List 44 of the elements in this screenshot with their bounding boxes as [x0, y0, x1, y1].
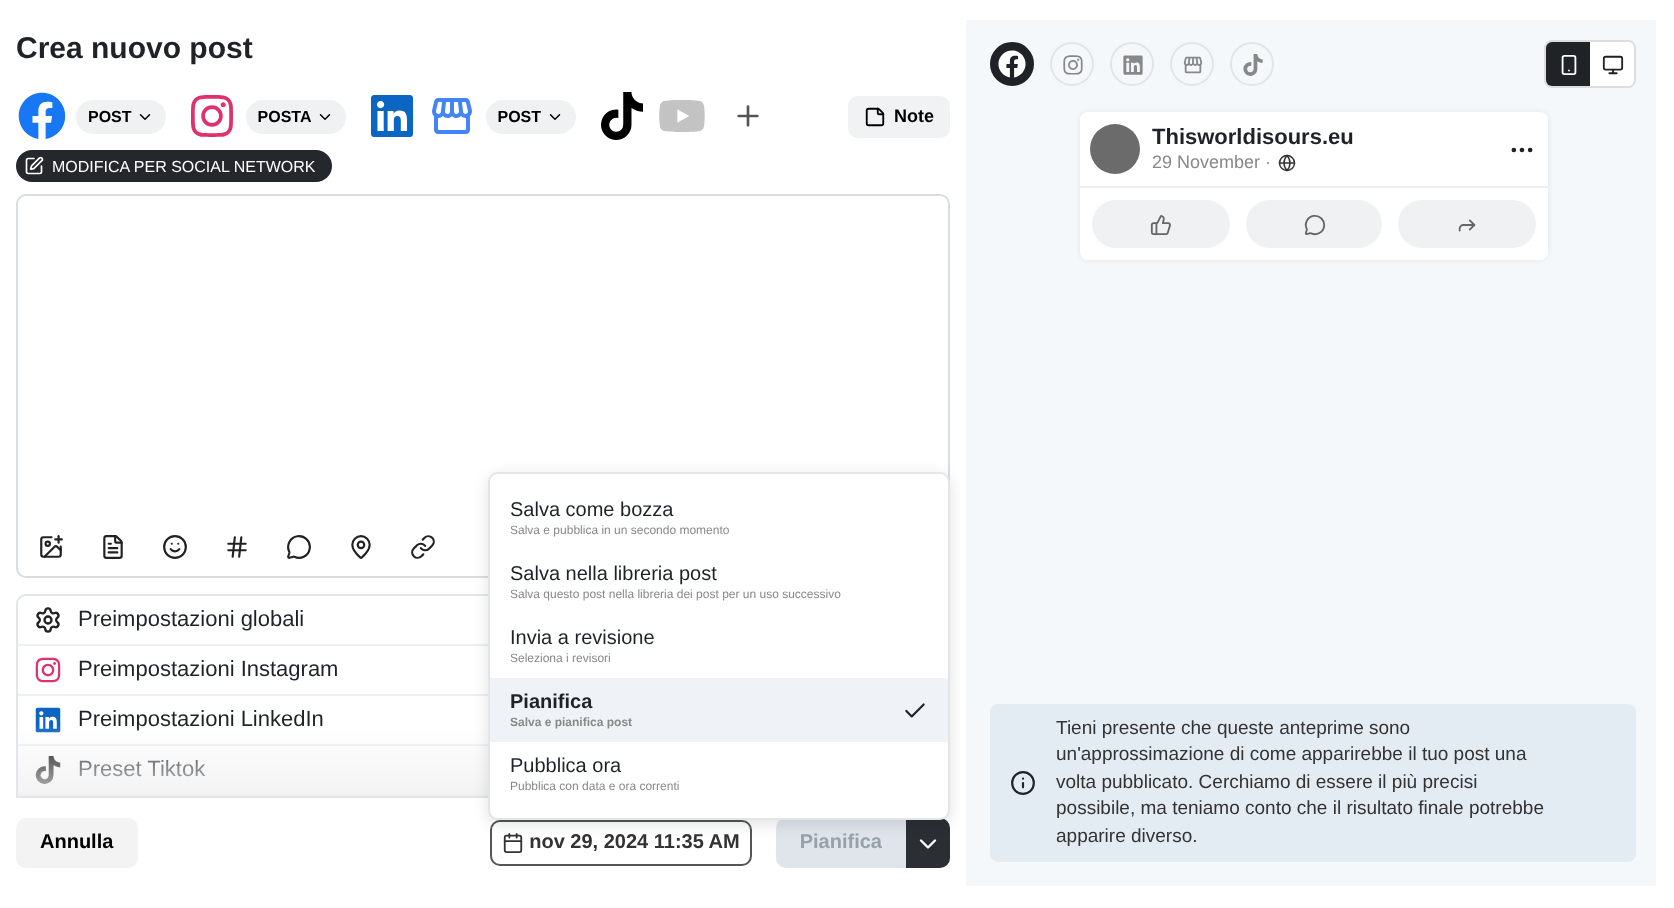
tiktok-icon [34, 756, 62, 784]
mobile-view-toggle[interactable] [1546, 42, 1590, 86]
instagram-icon [34, 656, 62, 684]
share-icon [1456, 213, 1479, 235]
monitor-icon [1601, 53, 1623, 75]
settings-icon [34, 606, 62, 634]
post-type-dropdown[interactable]: POST [76, 99, 166, 133]
location-icon[interactable] [348, 534, 374, 560]
info-icon [1010, 769, 1036, 796]
thumbs-up-icon [1149, 213, 1172, 235]
hashtag-icon[interactable] [224, 534, 250, 560]
check-icon [902, 697, 928, 723]
date-picker-button[interactable]: nov 29, 2024 11:35 AM [489, 820, 752, 866]
note-icon [864, 105, 886, 127]
preview-network-tab[interactable] [990, 42, 1034, 86]
smartphone-icon [1557, 53, 1579, 75]
edit-per-network-badge[interactable]: MODIFICA PER SOCIAL NETWORK [16, 150, 332, 182]
avatar [1090, 124, 1140, 174]
post-type-dropdown[interactable]: POSTA [245, 99, 346, 133]
note-button[interactable]: Note [848, 95, 950, 137]
comment-icon[interactable] [286, 534, 312, 560]
tiktok-icon [1241, 53, 1263, 75]
options-dropdown-button[interactable] [906, 818, 950, 868]
calendar-icon [501, 832, 524, 854]
globe-icon [1277, 153, 1296, 171]
emoji-icon[interactable] [162, 534, 188, 560]
edit-icon [24, 156, 44, 176]
linkedin-icon [34, 706, 62, 734]
add-icon[interactable] [731, 100, 764, 132]
storefront-icon [1181, 53, 1203, 75]
comment-icon [1303, 213, 1325, 235]
desktop-view-toggle[interactable] [1590, 42, 1634, 86]
notice-text: Tieni presente che queste anteprime sono un'approssimazione di come apparirebbe il tuo post una volta pubblicato. Cerchiamo di essere il più precisi possibile, ma teniamo conto che il risultato finale potrebbe apparire diverso. [1056, 715, 1546, 850]
document-icon[interactable] [100, 534, 126, 560]
instagram-icon [1061, 53, 1083, 75]
page-title: Crea nuovo post [16, 32, 255, 66]
image-icon[interactable] [38, 534, 64, 560]
cancel-button[interactable]: Annulla [16, 818, 138, 868]
post-type-dropdown[interactable]: POST [485, 99, 576, 133]
link-icon[interactable] [410, 534, 436, 560]
account-name: Thisworldisours.eu [1152, 126, 1356, 150]
facebook-icon [998, 50, 1026, 78]
linkedin-icon [1121, 53, 1143, 75]
post-date: 29 November · [1152, 152, 1272, 172]
